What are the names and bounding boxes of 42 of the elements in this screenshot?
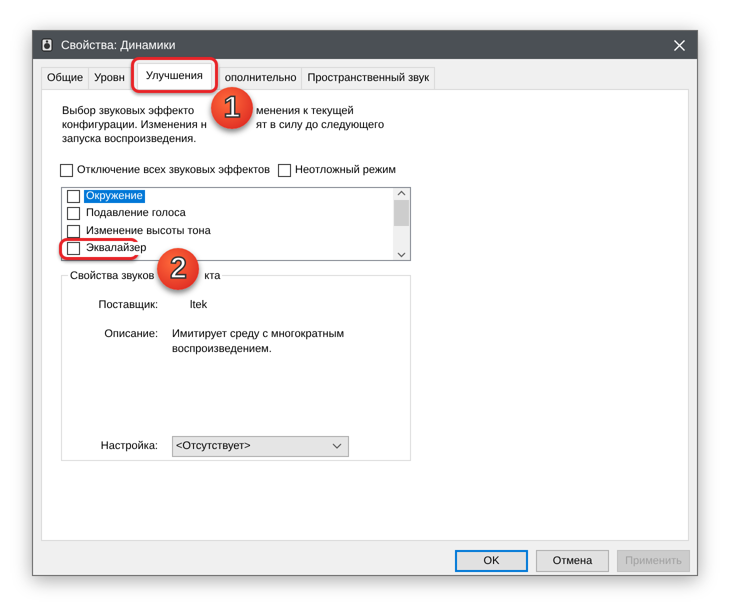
description-text: конфигурации. Изменения н: [62, 118, 208, 132]
description-text: запуска воспроизведения.: [62, 132, 196, 146]
group-legend: кта: [204, 268, 220, 284]
checkbox[interactable]: [67, 190, 80, 203]
scroll-thumb[interactable]: [394, 200, 409, 226]
checkbox[interactable]: [278, 164, 291, 177]
checkbox[interactable]: [67, 224, 80, 238]
field-label: Настройка:: [100, 438, 158, 454]
checkbox[interactable]: [67, 242, 80, 256]
tab[interactable]: Уровн: [88, 66, 131, 89]
field-label: Описание:: [103, 326, 158, 342]
description-text: Выбор звуковых эффекто: [62, 104, 196, 118]
dropdown-value: <Отсутствует>: [176, 438, 251, 454]
scroll-up-icon[interactable]: [397, 190, 406, 196]
tab[interactable]: ополнительно: [218, 66, 302, 89]
tab[interactable]: Улучшения: [136, 62, 212, 89]
window-title: Свойства: Динамики: [61, 37, 176, 54]
list-item[interactable]: Окружение: [84, 190, 145, 203]
scrollbar[interactable]: [393, 188, 410, 260]
speaker-icon: [41, 38, 53, 52]
dropdown[interactable]: <Отсутствует>: [172, 436, 349, 456]
close-icon[interactable]: [674, 40, 685, 50]
description-text: ят в силу до следующего: [256, 118, 384, 132]
list-item[interactable]: Подавление голоса: [84, 207, 188, 220]
checkbox[interactable]: [60, 164, 73, 177]
description-text: менения к текущей: [256, 104, 354, 118]
checkbox-label: Отключение всех звуковых эффектов: [77, 163, 270, 178]
chevron-icon: [332, 443, 342, 449]
tab[interactable]: Пространственный звук: [301, 66, 436, 89]
tab[interactable]: Общие: [41, 66, 90, 89]
group-legend: Свойства звуков: [70, 268, 154, 284]
list-item[interactable]: Эквалайзер: [84, 242, 148, 256]
dialog-button[interactable]: Отмена: [536, 550, 609, 572]
step-number-badge: 2: [157, 248, 200, 290]
scroll-down-icon[interactable]: [397, 252, 406, 258]
field-value: Имитирует среду с многократным воспроизведением.: [172, 326, 346, 356]
field-label: Поставщик:: [98, 298, 158, 312]
field-value: ltek: [189, 298, 208, 312]
step-number-badge: 1: [211, 87, 253, 129]
dialog-button[interactable]: OK: [455, 550, 528, 572]
checkbox-label: Неотложный режим: [295, 163, 396, 178]
checkbox[interactable]: [67, 207, 80, 220]
